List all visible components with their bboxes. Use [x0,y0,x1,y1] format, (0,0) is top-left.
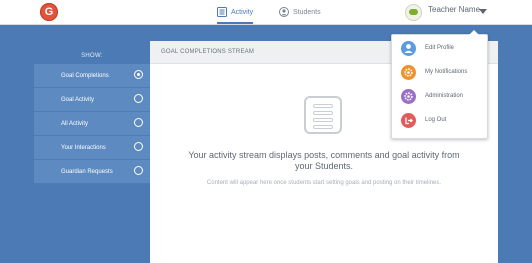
logout-icon [401,112,416,128]
filter-item-your-interactions[interactable]: Your Interactions [34,136,150,160]
menu-item-label: My Notifications [425,69,468,75]
activity-icon [217,7,227,17]
filter-heading: SHOW: [81,53,103,59]
filter-item-label: Goal Completions [61,72,109,79]
filter-list: Goal Completions Goal Activity All Activ… [34,64,150,184]
chevron-down-icon[interactable] [479,9,487,14]
menu-item-label: Log Out [425,117,447,123]
filter-item-label: Goal Activity [61,96,95,103]
radio-icon[interactable] [134,142,143,151]
stream-list-icon [304,96,342,134]
menu-item-edit-profile[interactable]: Edit Profile [392,38,487,58]
empty-state-title: Your activity stream displays posts, com… [188,150,460,171]
filter-item-goal-activity[interactable]: Goal Activity [34,88,150,112]
filter-item-label: Your Interactions [61,144,106,151]
tab-activity-label: Activity [231,8,254,16]
students-icon [279,7,289,17]
tab-students[interactable]: Students [279,0,321,24]
radio-icon[interactable] [134,118,143,127]
menu-item-log-out[interactable]: Log Out [392,110,487,130]
empty-state-subtitle: Content will appear here once students s… [206,180,442,186]
radio-icon[interactable] [134,94,143,103]
top-navigation-bar: G Activity Students Teacher Name [0,0,532,25]
menu-item-administration[interactable]: Administration [392,86,487,106]
filter-item-guardian-requests[interactable]: Guardian Requests [34,160,150,184]
menu-item-label: Administration [425,93,464,99]
tab-students-label: Students [293,8,321,16]
app-logo[interactable]: G [40,3,58,21]
user-icon [401,40,416,56]
gear-icon [401,64,416,80]
filter-item-all-activity[interactable]: All Activity [34,112,150,136]
panel-title: GOAL COMPLETIONS STREAM [161,49,255,55]
tab-activity[interactable]: Activity [217,0,253,24]
gear-icon [401,88,416,104]
filter-item-goal-completions[interactable]: Goal Completions [34,64,150,88]
filter-item-label: Guardian Requests [61,168,113,175]
menu-item-label: Edit Profile [425,45,455,51]
menu-item-my-notifications[interactable]: My Notifications [392,62,487,82]
user-avatar[interactable] [405,4,422,21]
filter-item-label: All Activity [61,120,89,127]
radio-icon[interactable] [134,166,143,175]
radio-selected-icon[interactable] [134,70,143,79]
user-name[interactable]: Teacher Name [428,5,480,14]
user-dropdown-menu: Edit Profile My Notifications Administra… [391,30,488,139]
